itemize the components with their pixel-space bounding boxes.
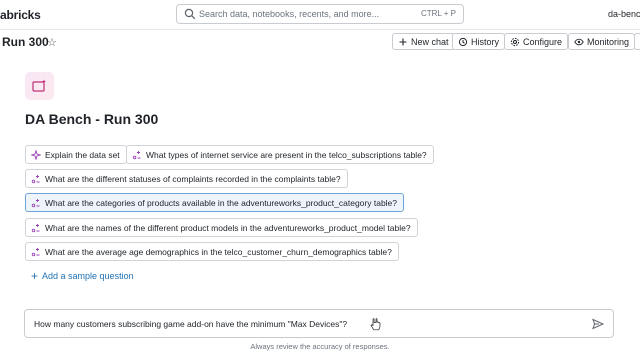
- sample-question-icon: [31, 247, 40, 256]
- page-title: Run 300: [2, 35, 49, 49]
- search-placeholder: Search data, notebooks, recents, and mor…: [199, 9, 380, 19]
- suggestion-question[interactable]: What types of internet service are prese…: [126, 145, 434, 164]
- sample-question-icon: [132, 150, 141, 159]
- mouse-pointer-icon: [370, 318, 381, 331]
- history-label: History: [471, 36, 500, 47]
- suggestion-label: Explain the data set: [45, 149, 120, 160]
- space-title: DA Bench - Run 300: [25, 111, 159, 127]
- configure-button[interactable]: Configure: [504, 33, 569, 50]
- suggestion-label: What are the different statuses of compl…: [45, 173, 341, 184]
- suggestion-question[interactable]: What are the categories of products avai…: [25, 193, 405, 212]
- monitoring-button[interactable]: Monitoring: [568, 33, 636, 50]
- suggestion-label: What are the names of the different prod…: [45, 222, 411, 233]
- top-bar: abricks Search data, notebooks, recents,…: [0, 0, 640, 30]
- suggestion-label: What are the average age demographics in…: [45, 246, 392, 257]
- search-icon: [184, 8, 196, 20]
- more-button[interactable]: [634, 33, 640, 50]
- brand-logo[interactable]: abricks: [0, 8, 41, 22]
- suggestion-label: What types of internet service are prese…: [146, 149, 427, 160]
- disclaimer-text: Always review the accuracy of responses.: [250, 342, 390, 351]
- configure-label: Configure: [523, 36, 563, 47]
- new-chat-label: New chat: [411, 36, 449, 47]
- workspace-user-menu[interactable]: da-benc: [608, 9, 640, 19]
- new-chat-button[interactable]: New chat: [392, 33, 455, 50]
- suggestion-question[interactable]: What are the different statuses of compl…: [25, 169, 348, 188]
- plus-icon: [399, 38, 407, 45]
- monitoring-label: Monitoring: [587, 36, 630, 47]
- star-icon[interactable]: ☆: [47, 36, 57, 49]
- history-button[interactable]: History: [452, 33, 506, 50]
- plus-icon: +: [31, 269, 39, 283]
- sample-question-icon: [31, 198, 40, 207]
- chat-sparkle-icon: [32, 79, 46, 92]
- suggestion-question[interactable]: What are the average age demographics in…: [25, 242, 399, 261]
- sample-question-icon: [31, 223, 40, 232]
- add-sample-question-label: Add a sample question: [42, 271, 134, 281]
- sample-question-icon: [31, 174, 40, 183]
- search-shortcut: CTRL + P: [420, 9, 456, 18]
- add-sample-question-link[interactable]: + Add a sample question: [31, 269, 134, 283]
- global-search-input[interactable]: Search data, notebooks, recents, and mor…: [176, 4, 464, 24]
- title-row: Run 300 ☆ New chat History Configure Mon…: [0, 30, 640, 54]
- chat-input-value: How many customers subscribing game add-…: [34, 319, 348, 329]
- suggestion-label: What are the categories of products avai…: [45, 197, 398, 208]
- eye-icon: [574, 38, 584, 45]
- suggestion-explain-dataset[interactable]: Explain the data set: [25, 145, 127, 164]
- send-icon[interactable]: [592, 318, 604, 330]
- gear-icon: [510, 37, 520, 46]
- genie-space-icon: [25, 72, 54, 100]
- sparkle-icon: [31, 149, 41, 160]
- suggestion-question[interactable]: What are the names of the different prod…: [25, 218, 418, 237]
- history-icon: [458, 37, 468, 46]
- chat-input[interactable]: How many customers subscribing game add-…: [24, 309, 614, 338]
